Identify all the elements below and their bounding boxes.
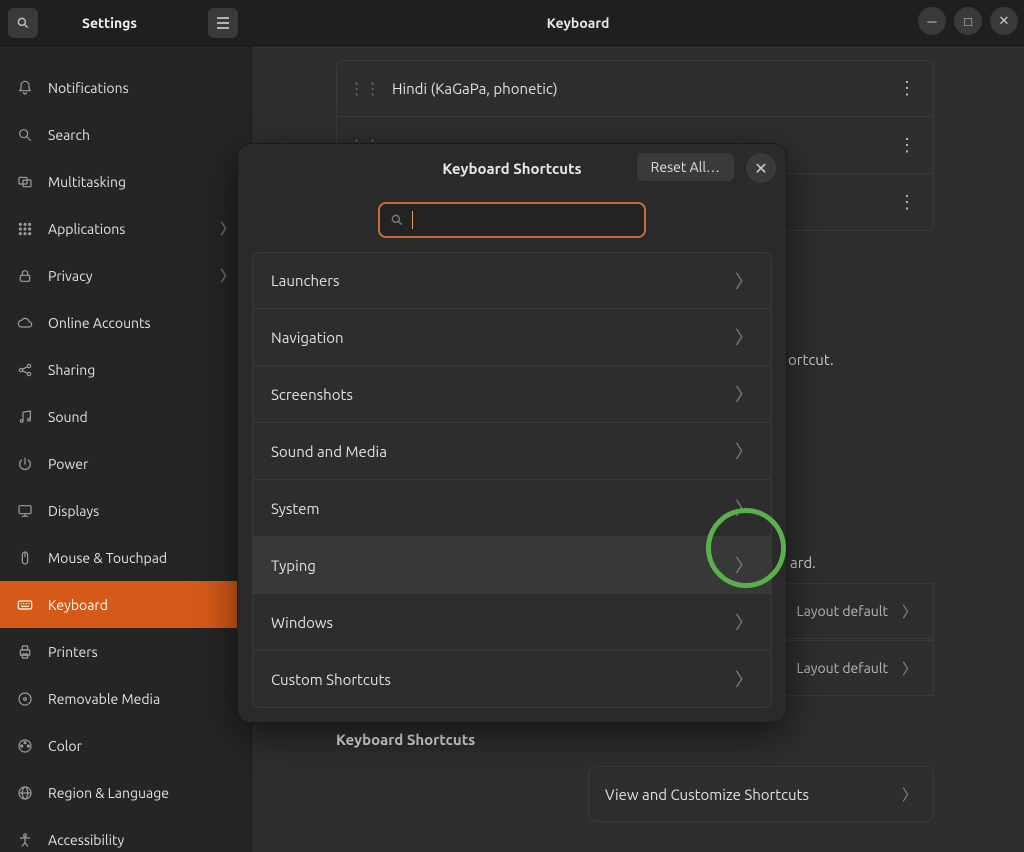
shortcut-category-sound-and-media[interactable]: Sound and Media 〉: [252, 423, 772, 480]
dialog-title: Keyboard Shortcuts: [442, 160, 581, 177]
shortcut-search-box[interactable]: [378, 202, 646, 238]
shortcut-category-label: Windows: [271, 614, 333, 631]
close-icon: ✕: [754, 159, 767, 178]
dialog-close-button[interactable]: ✕: [746, 153, 776, 183]
shortcut-category-label: Navigation: [271, 329, 344, 346]
shortcut-category-typing[interactable]: Typing 〉: [252, 537, 772, 594]
shortcut-category-label: Typing: [271, 557, 316, 574]
shortcut-category-windows[interactable]: Windows 〉: [252, 594, 772, 651]
chevron-right-icon: 〉: [735, 495, 753, 521]
chevron-right-icon: 〉: [735, 268, 753, 294]
chevron-right-icon: 〉: [735, 438, 753, 464]
reset-all-label: Reset All…: [651, 159, 720, 175]
modal-overlay: Keyboard Shortcuts Reset All… ✕ Launcher…: [0, 0, 1024, 852]
text-cursor: [412, 211, 413, 229]
shortcut-category-label: System: [271, 500, 320, 517]
shortcut-category-list: Launchers〉Navigation〉Screenshots〉Sound a…: [238, 252, 786, 722]
shortcut-search-input[interactable]: [421, 212, 634, 228]
search-icon: [390, 213, 404, 227]
keyboard-shortcuts-dialog: Keyboard Shortcuts Reset All… ✕ Launcher…: [237, 143, 787, 723]
chevron-right-icon: 〉: [735, 381, 753, 407]
chevron-right-icon: 〉: [735, 666, 753, 692]
reset-all-button[interactable]: Reset All…: [637, 153, 734, 181]
chevron-right-icon: 〉: [735, 552, 753, 578]
shortcut-category-label: Custom Shortcuts: [271, 671, 391, 688]
shortcut-category-label: Screenshots: [271, 386, 353, 403]
chevron-right-icon: 〉: [735, 609, 753, 635]
shortcut-category-screenshots[interactable]: Screenshots 〉: [252, 366, 772, 423]
shortcut-category-custom-shortcuts[interactable]: Custom Shortcuts 〉: [252, 651, 772, 708]
shortcut-category-launchers[interactable]: Launchers 〉: [252, 252, 772, 309]
shortcut-category-label: Sound and Media: [271, 443, 387, 460]
shortcut-category-navigation[interactable]: Navigation 〉: [252, 309, 772, 366]
shortcut-category-system[interactable]: System 〉: [252, 480, 772, 537]
shortcut-category-label: Launchers: [271, 272, 340, 289]
chevron-right-icon: 〉: [735, 324, 753, 350]
